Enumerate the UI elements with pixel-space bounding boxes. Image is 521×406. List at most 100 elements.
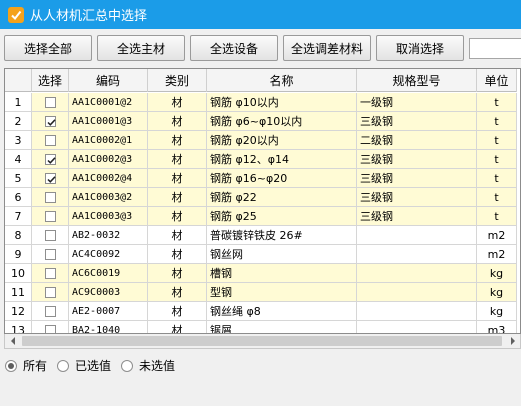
header-name[interactable]: 名称 — [207, 69, 357, 92]
table-row[interactable]: 3 AA1C0002@1 材钢筋 φ20以内 二级钢 t — [5, 131, 517, 150]
row-category: 材 — [148, 93, 207, 111]
row-unit: kg — [477, 302, 517, 320]
row-select-cell[interactable] — [32, 150, 69, 168]
table-row[interactable]: 8 AB2-0032 材普碳镀锌铁皮 26# m2 — [5, 226, 517, 245]
row-index: 10 — [5, 264, 32, 282]
row-select-cell[interactable] — [32, 188, 69, 206]
row-name: 锯屑 — [207, 321, 357, 333]
row-code: AC6C0019 — [69, 264, 148, 282]
row-checkbox[interactable] — [44, 248, 56, 260]
row-code: AA1C0002@1 — [69, 131, 148, 149]
table-row[interactable]: 10 AC6C0019 材槽钢 kg — [5, 264, 517, 283]
row-spec — [357, 321, 477, 333]
row-category: 材 — [148, 321, 207, 333]
row-name: 钢筋 φ16~φ20 — [207, 169, 357, 187]
table-row[interactable]: 6 AA1C0003@2 材钢筋 φ22 三级钢 t — [5, 188, 517, 207]
row-select-cell[interactable] — [32, 112, 69, 130]
row-unit: m3 — [477, 321, 517, 333]
row-unit: kg — [477, 283, 517, 301]
radio-selected-circle[interactable] — [57, 359, 69, 372]
toolbar: 选择全部 全选主材 全选设备 全选调差材料 取消选择 — [0, 29, 521, 67]
row-category: 材 — [148, 131, 207, 149]
table-row[interactable]: 1 AA1C0001@2 材钢筋 φ10以内 一级钢 t — [5, 93, 517, 112]
table-row[interactable]: 2 AA1C0001@3 材钢筋 φ6~φ10以内 三级钢 t — [5, 112, 517, 131]
scroll-right-icon[interactable] — [505, 334, 520, 348]
row-name: 钢筋 φ22 — [207, 188, 357, 206]
table-row[interactable]: 13 BA2-1040 材锯屑 m3 — [5, 321, 517, 333]
row-index: 2 — [5, 112, 32, 130]
row-checkbox[interactable] — [44, 134, 56, 146]
table-row[interactable]: 5 AA1C0002@4 材钢筋 φ16~φ20 三级钢 t — [5, 169, 517, 188]
select-price-diff-material-button[interactable]: 全选调差材料 — [283, 35, 371, 61]
row-select-cell[interactable] — [32, 264, 69, 282]
row-unit: t — [477, 207, 517, 225]
row-select-cell[interactable] — [32, 226, 69, 244]
row-checkbox[interactable] — [44, 229, 56, 241]
radio-all[interactable]: 所有 — [5, 357, 47, 374]
row-index: 13 — [5, 321, 32, 333]
row-code: AB2-0032 — [69, 226, 148, 244]
header-category[interactable]: 类别 — [148, 69, 207, 92]
horizontal-scrollbar[interactable] — [4, 334, 521, 349]
header-spec[interactable]: 规格型号 — [357, 69, 477, 92]
row-checkbox[interactable] — [44, 153, 56, 165]
deselect-button[interactable]: 取消选择 — [376, 35, 464, 61]
table-row[interactable]: 11 AC9C0003 材型钢 kg — [5, 283, 517, 302]
row-spec: 三级钢 — [357, 112, 477, 130]
row-index: 8 — [5, 226, 32, 244]
row-select-cell[interactable] — [32, 169, 69, 187]
checkmark-icon — [46, 156, 56, 164]
app-icon — [8, 6, 24, 23]
table-row[interactable]: 9 AC4C0092 材钢丝网 m2 — [5, 245, 517, 264]
row-code: AA1C0003@2 — [69, 188, 148, 206]
header-select[interactable]: 选择 — [32, 69, 69, 92]
radio-unselected-circle[interactable] — [121, 359, 133, 372]
row-code: AE2-0007 — [69, 302, 148, 320]
row-checkbox[interactable] — [44, 96, 56, 108]
search-input[interactable] — [469, 38, 521, 59]
select-all-button[interactable]: 选择全部 — [4, 35, 92, 61]
row-code: AC9C0003 — [69, 283, 148, 301]
header-unit[interactable]: 单位 — [477, 69, 517, 92]
row-index: 7 — [5, 207, 32, 225]
checkmark-icon — [46, 175, 56, 183]
row-unit: m2 — [477, 245, 517, 263]
radio-all-circle[interactable] — [5, 359, 17, 372]
table-row[interactable]: 12 AE2-0007 材钢丝绳 φ8 kg — [5, 302, 517, 321]
row-select-cell[interactable] — [32, 302, 69, 320]
row-checkbox[interactable] — [44, 305, 56, 317]
row-index: 11 — [5, 283, 32, 301]
radio-selected[interactable]: 已选值 — [57, 357, 111, 374]
row-category: 材 — [148, 207, 207, 225]
select-equipment-button[interactable]: 全选设备 — [190, 35, 278, 61]
row-select-cell[interactable] — [32, 245, 69, 263]
row-checkbox[interactable] — [44, 115, 56, 127]
row-code: AA1C0001@2 — [69, 93, 148, 111]
row-select-cell[interactable] — [32, 93, 69, 111]
row-name: 钢筋 φ6~φ10以内 — [207, 112, 357, 130]
row-checkbox[interactable] — [44, 267, 56, 279]
row-checkbox[interactable] — [44, 191, 56, 203]
checkmark-icon — [46, 118, 56, 126]
row-checkbox[interactable] — [44, 324, 56, 333]
scroll-left-icon[interactable] — [5, 334, 20, 348]
scrollbar-thumb[interactable] — [22, 336, 502, 346]
row-index: 4 — [5, 150, 32, 168]
row-select-cell[interactable] — [32, 131, 69, 149]
radio-selected-dot — [8, 362, 14, 369]
table-row[interactable]: 4 AA1C0002@3 材钢筋 φ12、φ14 三级钢 t — [5, 150, 517, 169]
row-name: 普碳镀锌铁皮 26# — [207, 226, 357, 244]
row-select-cell[interactable] — [32, 207, 69, 225]
radio-selected-label: 已选值 — [75, 359, 112, 373]
header-code[interactable]: 编码 — [69, 69, 148, 92]
row-category: 材 — [148, 283, 207, 301]
radio-unselected[interactable]: 未选值 — [121, 357, 175, 374]
select-main-material-button[interactable]: 全选主材 — [97, 35, 185, 61]
row-select-cell[interactable] — [32, 283, 69, 301]
row-select-cell[interactable] — [32, 321, 69, 333]
row-checkbox[interactable] — [44, 210, 56, 222]
table-row[interactable]: 7 AA1C0003@3 材钢筋 φ25 三级钢 t — [5, 207, 517, 226]
row-checkbox[interactable] — [44, 286, 56, 298]
row-checkbox[interactable] — [44, 172, 56, 184]
row-code: AA1C0001@3 — [69, 112, 148, 130]
